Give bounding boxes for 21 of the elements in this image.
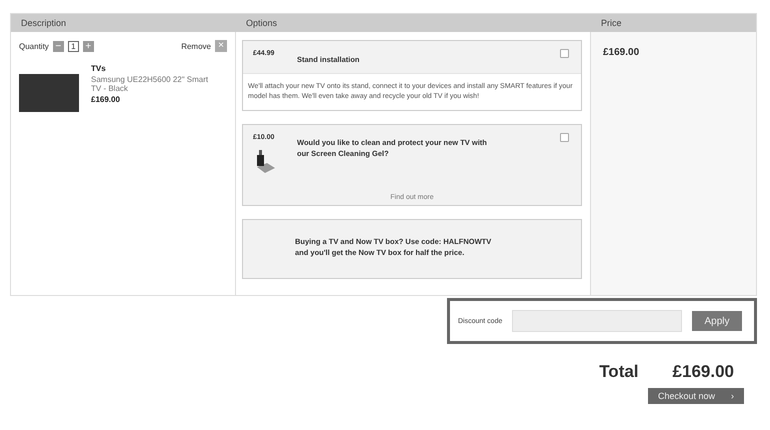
product-price: £169.00: [91, 95, 121, 104]
decrease-button[interactable]: −: [52, 40, 64, 52]
checkbox[interactable]: [560, 49, 569, 58]
discount-code-field[interactable]: [512, 310, 682, 332]
column-header: Options: [236, 14, 591, 32]
product-category: TVs: [91, 64, 107, 73]
total-value: £169.00: [672, 362, 734, 382]
column-header: Price: [591, 14, 756, 32]
remove-label: Remove: [181, 42, 211, 50]
quantity-field[interactable]: 1: [68, 40, 79, 52]
quantity-label: Quantity: [19, 42, 49, 50]
remove-button[interactable]: ×: [215, 40, 227, 52]
total-label: Total: [599, 362, 639, 382]
column-header: Description: [11, 14, 236, 32]
increase-button[interactable]: +: [82, 40, 94, 52]
price-text: £169.00: [603, 47, 640, 58]
checkout-button[interactable]: Checkout now ›: [648, 388, 744, 404]
checkbox[interactable]: [560, 132, 569, 142]
product-name: Samsung UE22H5600 22" Smart TV - Black: [91, 75, 210, 94]
photo-placeholder: [19, 74, 79, 112]
apply-button[interactable]: Apply: [692, 311, 742, 332]
